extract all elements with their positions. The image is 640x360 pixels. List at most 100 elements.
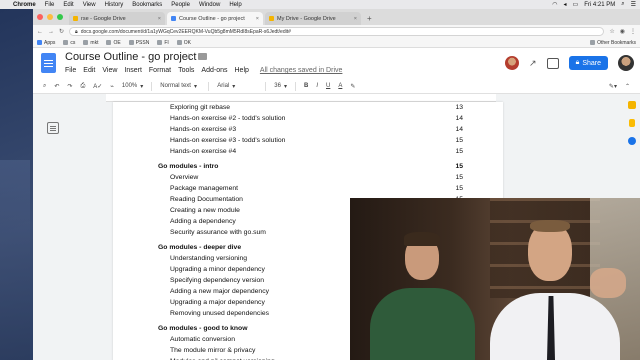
collapse-menus-icon[interactable]: ⌃ <box>625 83 630 90</box>
bold-button[interactable]: B <box>304 83 308 89</box>
forward-icon[interactable]: → <box>48 29 54 35</box>
share-button[interactable]: 🔒︎ Share <box>568 56 608 70</box>
docs-menu-tools[interactable]: Tools <box>178 67 194 74</box>
close-tab-icon[interactable]: × <box>158 16 161 22</box>
toc-page-number: 15 <box>455 137 463 144</box>
search-icon[interactable]: ⌕ <box>621 1 624 8</box>
underline-button[interactable]: U <box>326 83 330 89</box>
bookmark-mkt[interactable]: mkt <box>83 40 98 46</box>
bookmark-label: PSSN <box>135 39 150 46</box>
tab-my-drive[interactable]: My Drive - Google Drive × <box>265 12 361 25</box>
collaborator-avatar[interactable] <box>505 56 520 70</box>
paint-format-icon[interactable]: ⌁ <box>110 83 114 90</box>
favicon-icon <box>83 40 89 45</box>
bookmark-pssn[interactable]: PSSN <box>128 39 150 46</box>
ruler[interactable] <box>106 94 496 102</box>
toc-entry-text: Exploring git rebase <box>170 104 231 111</box>
document-title[interactable]: Course Outline - go project <box>65 51 196 63</box>
bookmark-star-icon[interactable]: ☆ <box>609 28 614 35</box>
volume-icon[interactable]: ◂ <box>564 1 567 8</box>
toc-entry[interactable]: Overview 15 <box>158 172 463 183</box>
style-select[interactable]: Normal text ▾ <box>160 83 200 90</box>
menu-help[interactable]: Help <box>229 2 241 8</box>
google-docs-icon[interactable] <box>41 53 56 73</box>
docs-menu-addons[interactable]: Add-ons <box>201 67 227 74</box>
docs-menu-view[interactable]: View <box>102 67 117 74</box>
highlight-icon[interactable]: ✎ <box>350 83 355 90</box>
toc-entry[interactable]: Hands-on exercise #2 - todd's solution 14 <box>158 113 463 124</box>
text-color-button[interactable]: A <box>338 83 342 89</box>
new-tab-button[interactable]: + <box>363 14 376 25</box>
docs-menu-help[interactable]: Help <box>235 67 249 74</box>
spellcheck-icon[interactable]: A✓ <box>93 83 102 90</box>
menu-list-icon[interactable]: ☰ <box>631 1 636 8</box>
keep-icon[interactable] <box>628 101 636 109</box>
close-tab-icon[interactable]: × <box>354 16 357 22</box>
menu-view[interactable]: View <box>83 2 96 8</box>
toc-entry-text: Hands-on exercise #4 <box>170 148 237 155</box>
tab-drive-rse[interactable]: rse - Google Drive × <box>69 12 165 25</box>
docs-menu-format[interactable]: Format <box>149 67 171 74</box>
tab-label: My Drive - Google Drive <box>277 15 336 22</box>
bookmark-oe[interactable]: OE <box>106 40 121 46</box>
font-size-select[interactable]: 36 ▾ <box>274 83 287 90</box>
lock-icon: 🔒︎ <box>575 59 580 66</box>
docs-menu-file[interactable]: File <box>65 67 76 74</box>
bookmark-cs[interactable]: cs <box>63 40 75 46</box>
toc-entry[interactable]: Package management 15 <box>158 183 463 194</box>
redo-icon[interactable]: ↷ <box>67 83 72 90</box>
bookmark-fi[interactable]: FI <box>157 40 169 46</box>
editing-mode-icon[interactable]: ✎▾ <box>609 83 617 90</box>
comments-icon[interactable] <box>546 57 559 69</box>
zoom-select[interactable]: 100% ▾ <box>122 83 143 90</box>
menu-window[interactable]: Window <box>199 2 220 8</box>
star-icon[interactable]: ☆ <box>185 52 192 61</box>
close-tab-icon[interactable]: × <box>256 16 259 22</box>
toc-entry[interactable]: Hands-on exercise #3 - todd's solution 15 <box>158 135 463 146</box>
reload-icon[interactable]: ↻ <box>59 28 64 35</box>
menu-bookmarks[interactable]: Bookmarks <box>132 2 162 8</box>
docs-menu-edit[interactable]: Edit <box>83 67 95 74</box>
menu-file[interactable]: File <box>45 2 55 8</box>
extension-icon[interactable]: ◉ <box>620 28 625 35</box>
more-icon[interactable]: ⋮ <box>630 28 636 35</box>
bookmark-ok[interactable]: OK <box>176 40 191 46</box>
menubar-clock[interactable]: Fri 4:21 PM <box>584 2 615 8</box>
close-window-button[interactable] <box>37 14 43 20</box>
bookmark-apps[interactable]: Apps <box>37 40 55 46</box>
toc-entry[interactable]: Hands-on exercise #3 14 <box>158 124 463 135</box>
menu-history[interactable]: History <box>105 2 124 8</box>
header-actions: ↗ 🔒︎ Share <box>505 55 634 71</box>
italic-button[interactable]: I <box>316 83 318 89</box>
battery-icon[interactable]: ▭ <box>573 1 579 8</box>
wifi-icon[interactable]: ◠ <box>552 1 557 8</box>
back-icon[interactable]: ← <box>37 29 43 35</box>
bookmark-label: Other Bookmarks <box>597 39 636 46</box>
zoom-window-button[interactable] <box>57 14 63 20</box>
tab-course-outline[interactable]: Course Outline - go project × <box>167 12 263 25</box>
tasks-icon[interactable] <box>628 137 636 145</box>
activity-dashboard-icon[interactable]: ↗ <box>529 58 537 69</box>
toc-entry[interactable]: Exploring git rebase 13 <box>158 102 463 113</box>
folder-icon[interactable] <box>198 53 207 60</box>
toc-entry[interactable]: Hands-on exercise #4 15 <box>158 146 463 157</box>
document-outline-icon[interactable] <box>47 122 59 134</box>
address-bar[interactable]: 🔒︎ docs.google.com/document/d/1a1yWGqCev… <box>69 27 605 36</box>
undo-icon[interactable]: ↶ <box>54 83 59 90</box>
menu-edit[interactable]: Edit <box>63 2 73 8</box>
save-status[interactable]: All changes saved in Drive <box>260 67 343 74</box>
menu-people[interactable]: People <box>171 2 190 8</box>
lock-icon: 🔒︎ <box>75 28 78 35</box>
folder-icon <box>176 40 182 45</box>
menu-app-name[interactable]: Chrome <box>13 2 36 8</box>
font-select[interactable]: Arial ▾ <box>217 83 257 90</box>
print-icon[interactable]: ⎙ <box>80 83 85 90</box>
other-bookmarks[interactable]: Other Bookmarks <box>590 40 636 46</box>
minimize-window-button[interactable] <box>47 14 53 20</box>
folder-icon <box>590 40 596 45</box>
account-avatar[interactable] <box>618 55 634 71</box>
docs-menu-insert[interactable]: Insert <box>124 67 142 74</box>
toc-section-heading[interactable]: Go modules - intro 15 <box>158 161 463 172</box>
search-menus-icon[interactable]: ⌕ <box>43 83 46 90</box>
calendar-icon[interactable] <box>629 119 635 127</box>
